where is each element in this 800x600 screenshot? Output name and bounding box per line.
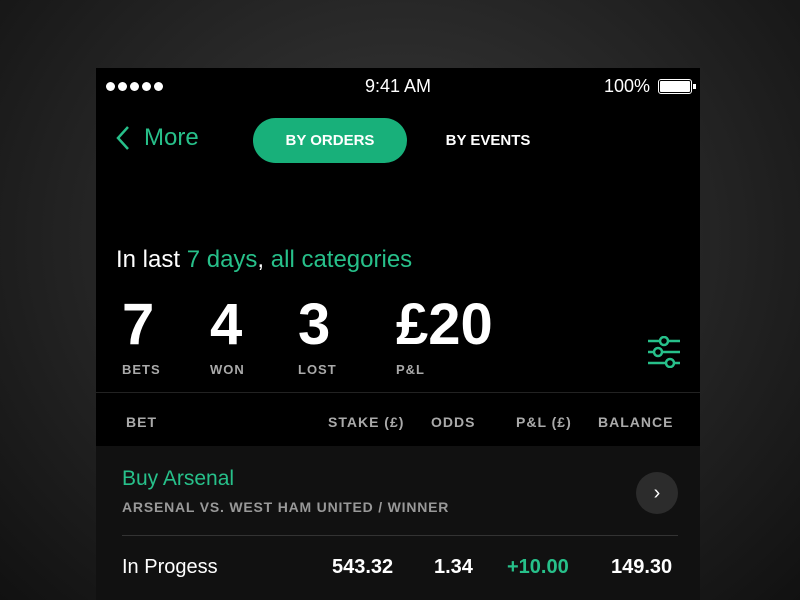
period-link[interactable]: 7 days xyxy=(187,246,258,273)
header-bet: BET xyxy=(126,414,157,430)
stat-lost: 3 LOST xyxy=(298,292,337,377)
row-detail-button[interactable]: › xyxy=(636,472,678,514)
chevron-right-icon: › xyxy=(653,481,661,504)
phone-screen: 9:41 AM 100% More BY ORDERS BY EVENTS In… xyxy=(96,68,700,600)
bet-pnl: +10.00 xyxy=(507,556,569,578)
stat-label: LOST xyxy=(298,362,337,377)
header-stake: STAKE (£) xyxy=(328,414,405,430)
bet-subtitle: ARSENAL VS. WEST HAM UNITED / WINNER xyxy=(122,499,450,515)
category-link[interactable]: all categories xyxy=(271,246,412,273)
battery-percent: 100% xyxy=(603,76,650,96)
stat-label: BETS xyxy=(122,362,161,377)
tab-by-events[interactable]: BY EVENTS xyxy=(426,118,550,163)
bet-status: In Progess xyxy=(122,556,218,578)
header-balance: BALANCE xyxy=(598,414,674,430)
summary-filter-text: In last 7 days, all categories xyxy=(116,246,412,274)
stat-value: 7 xyxy=(122,292,155,357)
stat-label: P&L xyxy=(396,362,425,377)
chevron-left-icon xyxy=(116,126,129,150)
stat-value: £20 xyxy=(396,292,493,357)
bet-stake: 543.32 xyxy=(332,556,394,578)
stat-label: WON xyxy=(210,362,245,377)
stat-bets: 7 BETS xyxy=(122,292,161,377)
stat-value: 3 xyxy=(298,292,331,357)
summary-sep: , xyxy=(257,246,271,273)
bet-title: Buy Arsenal xyxy=(122,467,235,490)
back-button[interactable]: More xyxy=(116,124,199,152)
header-pnl: P&L (£) xyxy=(516,414,572,430)
tab-by-orders[interactable]: BY ORDERS xyxy=(253,118,407,163)
battery-icon xyxy=(658,79,696,94)
stat-won: 4 WON xyxy=(210,292,245,377)
bet-odds: 1.34 xyxy=(434,556,473,578)
divider xyxy=(96,392,700,393)
row-divider xyxy=(122,535,678,536)
sliders-icon[interactable] xyxy=(646,336,682,368)
bet-balance: 149.30 xyxy=(611,556,673,578)
stat-value: 4 xyxy=(210,292,243,357)
stat-pnl: £20 P&L xyxy=(396,292,493,377)
back-label: More xyxy=(144,124,199,151)
header-odds: ODDS xyxy=(431,414,476,430)
summary-prefix: In last xyxy=(116,246,187,273)
